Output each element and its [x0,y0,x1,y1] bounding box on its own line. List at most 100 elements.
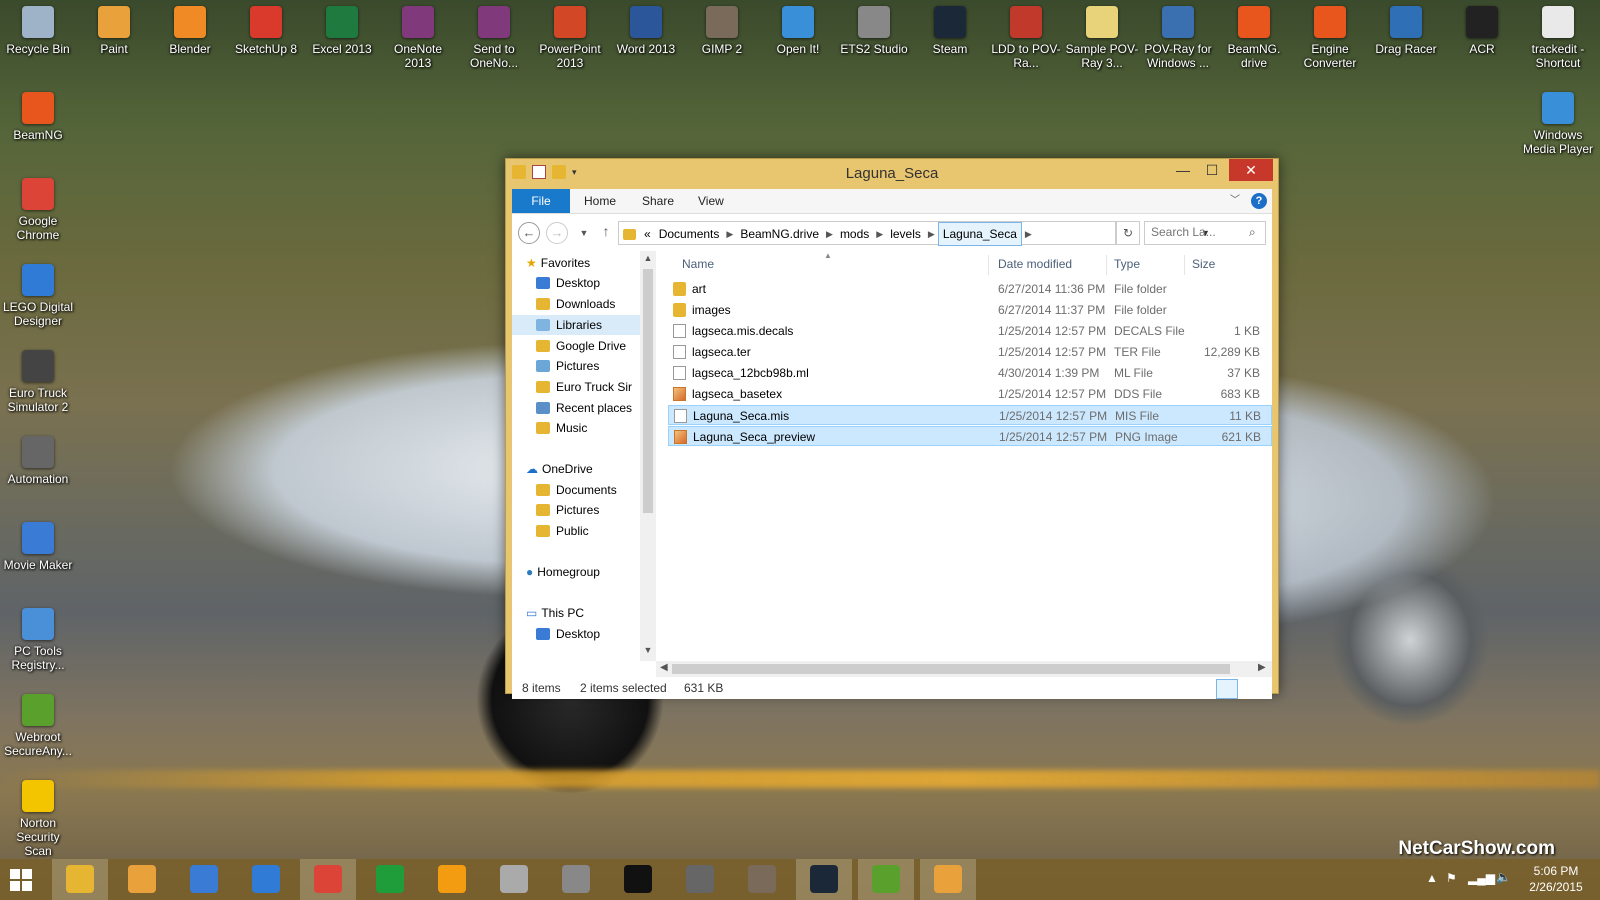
tab-file[interactable]: File [512,189,570,213]
search-box[interactable]: ⌕ [1144,221,1266,245]
nav-homegroup[interactable]: ● Homegroup [526,562,640,582]
desktop-shortcut[interactable]: POV-Ray for Windows ... [1141,0,1215,70]
taskbar-app-paint-2[interactable] [920,859,976,900]
scroll-down-icon[interactable]: ▼ [640,645,656,655]
taskbar-app-acr[interactable] [610,859,666,900]
taskbar-app-webroot[interactable] [858,859,914,900]
network-signal-icon[interactable]: ▂▄▆ [1468,871,1495,885]
maximize-button[interactable]: ☐ [1198,159,1226,181]
taskbar-app-file-explorer[interactable] [52,859,108,900]
up-button[interactable]: ↑ [596,222,616,242]
desktop-shortcut[interactable]: Steam [913,0,987,56]
chevron-right-icon[interactable]: ▶ [823,223,836,245]
taskbar-app-automation[interactable] [672,859,728,900]
desktop-shortcut[interactable]: BeamNG [1,86,75,142]
desktop-shortcut[interactable]: Automation [1,430,75,486]
tab-share[interactable]: Share [642,189,674,213]
breadcrumb-documents[interactable]: Documents [655,223,724,245]
taskbar-app-movie-maker[interactable] [176,859,232,900]
taskbar-app-store[interactable] [362,859,418,900]
desktop-shortcut[interactable]: Windows Media Player [1521,86,1595,156]
details-view-button[interactable] [1216,679,1238,699]
taskbar-app-chrome[interactable] [300,859,356,900]
scrollbar-thumb[interactable] [672,664,1230,674]
chevron-right-icon[interactable]: ▶ [1022,223,1035,245]
column-header-name[interactable]: Name [682,257,714,271]
taskbar-app-media-player[interactable] [424,859,480,900]
taskbar-app-lego-designer[interactable] [238,859,294,900]
desktop-shortcut[interactable]: LDD to POV-Ra... [989,0,1063,70]
nav-this-pc-desktop[interactable]: Desktop [536,624,640,644]
nav-onedrive-pictures[interactable]: Pictures [536,500,640,520]
breadcrumb-levels[interactable]: levels [886,223,925,245]
nav-favorites-euro-truck[interactable]: Euro Truck Sir [536,377,640,397]
nav-favorites[interactable]: ★ Favorites [526,253,640,273]
taskbar-app-ets2[interactable] [548,859,604,900]
scroll-right-icon[interactable]: ▶ [1258,662,1266,673]
desktop-shortcut[interactable]: Webroot SecureAny... [1,688,75,758]
minimize-button[interactable]: — [1169,159,1197,181]
breadcrumb-beamng-drive[interactable]: BeamNG.drive [736,223,823,245]
file-row[interactable]: lagseca_basetex 1/25/2014 12:57 PM DDS Fil… [668,384,1272,404]
chevron-right-icon[interactable]: ▶ [873,223,886,245]
desktop-shortcut[interactable]: Drag Racer [1369,0,1443,56]
scroll-left-icon[interactable]: ◀ [660,662,668,673]
help-icon[interactable]: ? [1251,193,1267,209]
desktop-shortcut[interactable]: trackedit - Shortcut [1521,0,1595,70]
forward-button[interactable]: → [546,222,568,244]
desktop-shortcut[interactable]: Open It! [761,0,835,56]
taskbar-clock[interactable]: 5:06 PM 2/26/2015 [1516,863,1596,895]
desktop-shortcut[interactable]: Engine Converter [1293,0,1367,70]
nav-favorites-downloads[interactable]: Downloads [536,294,640,314]
tab-view[interactable]: View [698,189,724,213]
nav-favorites-recent-places[interactable]: Recent places [536,398,640,418]
desktop-shortcut[interactable]: Google Chrome [1,172,75,242]
desktop-shortcut[interactable]: ETS2 Studio [837,0,911,56]
desktop-shortcut[interactable]: Blender [153,0,227,56]
file-row[interactable]: Laguna_Seca_preview 1/25/2014 12:57 PM PNG… [668,426,1272,446]
column-divider[interactable] [1106,255,1107,275]
breadcrumb-overflow[interactable]: « [640,223,655,245]
desktop-shortcut[interactable]: Paint [77,0,151,56]
search-icon[interactable]: ⌕ [1249,225,1256,240]
desktop-shortcut[interactable]: Movie Maker [1,516,75,572]
breadcrumb-mods[interactable]: mods [836,223,873,245]
taskbar-app-paint[interactable] [114,859,170,900]
refresh-button[interactable]: ↻ [1116,221,1140,245]
desktop-shortcut[interactable]: Excel 2013 [305,0,379,56]
taskbar-app-gimp[interactable] [734,859,790,900]
desktop-shortcut[interactable]: Norton Security Scan [1,774,75,858]
title-bar[interactable]: ▾ Laguna_Seca — ☐ ✕ [506,159,1278,189]
column-header-size[interactable]: Size [1192,257,1215,271]
nav-favorites-libraries[interactable]: Libraries [512,315,640,335]
breadcrumb-laguna-seca[interactable]: Laguna_Seca [937,222,1022,246]
nav-onedrive-public[interactable]: Public [536,521,640,541]
desktop-shortcut[interactable]: Euro Truck Simulator 2 [1,344,75,414]
desktop-shortcut[interactable]: SketchUp 8 [229,0,303,56]
nav-favorites-pictures[interactable]: Pictures [536,356,640,376]
recent-locations-button[interactable]: ▼ [574,224,594,244]
desktop-shortcut[interactable]: PC Tools Registry... [1,602,75,672]
navigation-pane-scrollbar[interactable]: ▲ ▼ [640,251,656,661]
nav-favorites-google-drive[interactable]: Google Drive [536,336,640,356]
taskbar-app-ets2-studio[interactable] [486,859,542,900]
taskbar-app-steam[interactable] [796,859,852,900]
desktop-shortcut[interactable]: Word 2013 [609,0,683,56]
expand-ribbon-chevron-icon[interactable]: ﹀ [1230,189,1240,213]
desktop-shortcut[interactable]: BeamNG. drive [1217,0,1291,70]
file-row[interactable]: Laguna_Seca.mis 1/25/2014 12:57 PM MIS Fil… [668,405,1272,425]
back-button[interactable]: ← [518,222,540,244]
column-divider[interactable] [1184,255,1185,275]
scroll-up-icon[interactable]: ▲ [640,253,656,263]
file-row[interactable]: lagseca_12bcb98b.ml 4/30/2014 1:39 PM ML F… [668,363,1272,383]
close-button[interactable]: ✕ [1229,159,1273,181]
desktop-shortcut[interactable]: LEGO Digital Designer [1,258,75,328]
desktop-shortcut[interactable]: PowerPoint 2013 [533,0,607,70]
desktop-shortcut[interactable]: ACR [1445,0,1519,56]
column-divider[interactable] [988,255,989,275]
search-input[interactable] [1145,222,1247,242]
file-row[interactable]: images 6/27/2014 11:37 PM File folder [668,300,1272,320]
chevron-right-icon[interactable]: ▶ [925,223,938,245]
start-button[interactable] [10,869,32,891]
file-row[interactable]: lagseca.ter 1/25/2014 12:57 PM TER File 12,… [668,342,1272,362]
